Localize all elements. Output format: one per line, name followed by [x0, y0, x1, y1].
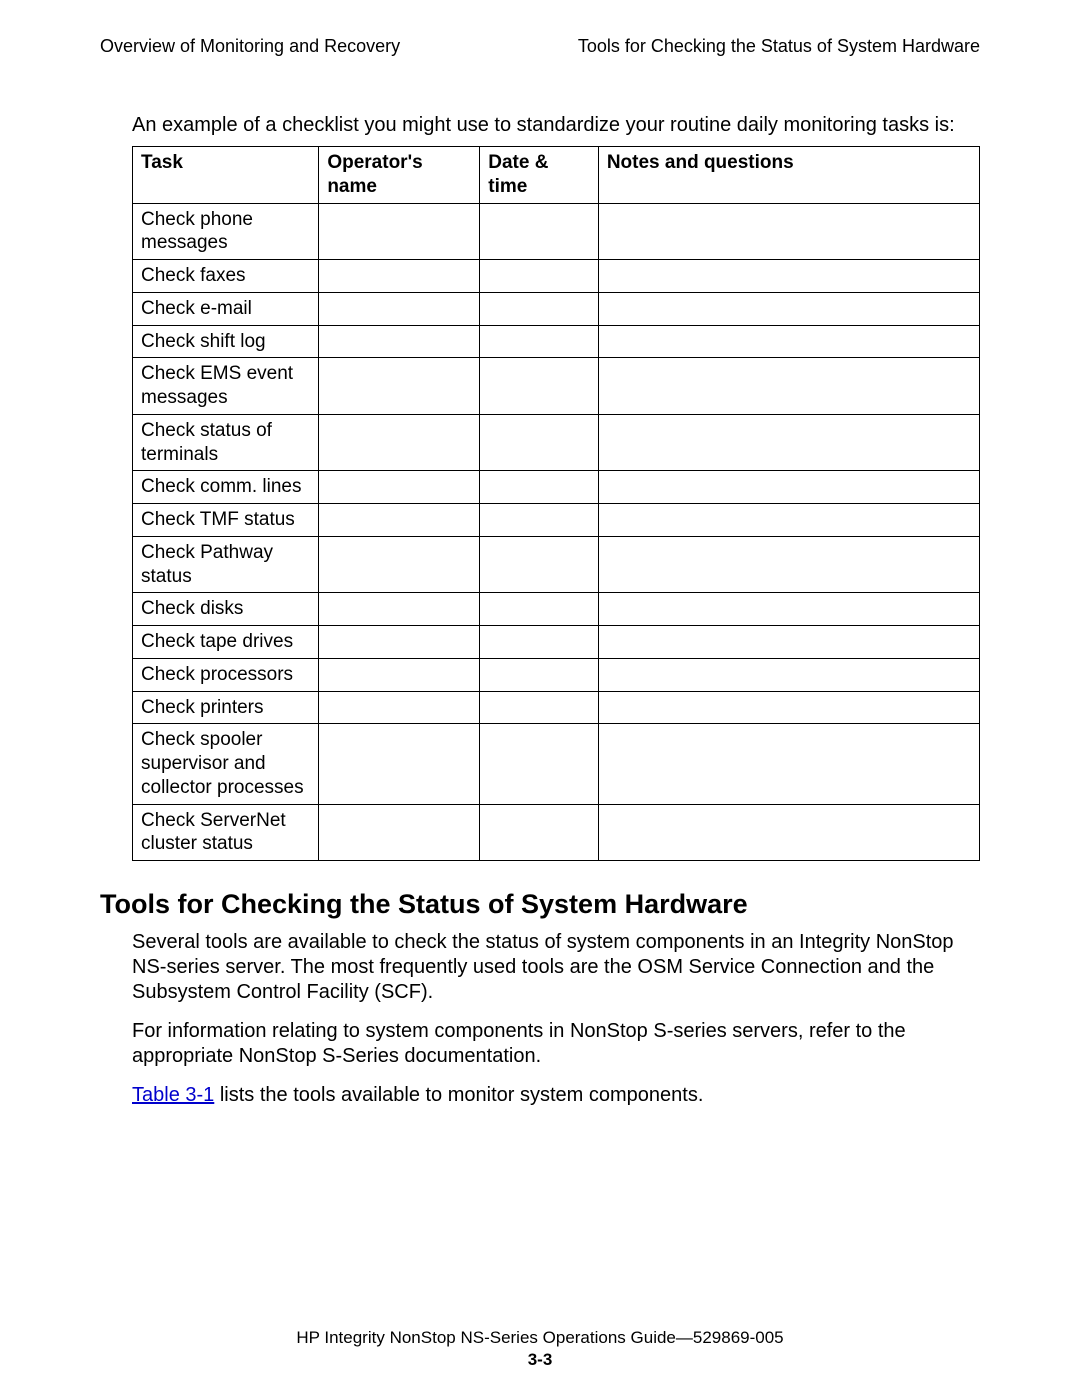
cell-operator [319, 358, 480, 415]
cell-datetime [480, 626, 599, 659]
col-header-datetime: Date & time [480, 147, 599, 204]
cell-task: Check disks [133, 593, 319, 626]
checklist-table: Task Operator's name Date & time Notes a… [132, 146, 980, 861]
footer-page-number: 3-3 [0, 1349, 1080, 1371]
cell-operator [319, 203, 480, 260]
cell-operator [319, 593, 480, 626]
footer-doc-title: HP Integrity NonStop NS-Series Operation… [0, 1327, 1080, 1349]
cell-notes [598, 260, 979, 293]
cell-datetime [480, 325, 599, 358]
cell-notes [598, 626, 979, 659]
table-row: Check processors [133, 658, 980, 691]
cell-operator [319, 504, 480, 537]
cell-task: Check status of terminals [133, 414, 319, 471]
cell-datetime [480, 203, 599, 260]
cell-notes [598, 593, 979, 626]
cell-operator [319, 471, 480, 504]
table-row: Check shift log [133, 325, 980, 358]
table-3-1-link[interactable]: Table 3-1 [132, 1084, 214, 1106]
cell-task: Check tape drives [133, 626, 319, 659]
cell-task: Check ServerNet cluster status [133, 804, 319, 861]
cell-datetime [480, 358, 599, 415]
intro-paragraph: An example of a checklist you might use … [132, 113, 980, 138]
cell-operator [319, 626, 480, 659]
cell-task: Check TMF status [133, 504, 319, 537]
cell-notes [598, 691, 979, 724]
cell-operator [319, 724, 480, 804]
cell-datetime [480, 414, 599, 471]
cell-notes [598, 292, 979, 325]
cell-task: Check Pathway status [133, 536, 319, 593]
table-row: Check status of terminals [133, 414, 980, 471]
col-header-operator: Operator's name [319, 147, 480, 204]
table-row: Check faxes [133, 260, 980, 293]
cell-task: Check shift log [133, 325, 319, 358]
section-paragraph-1: Several tools are available to check the… [132, 930, 980, 1005]
table-row: Check phone messages [133, 203, 980, 260]
page-footer: HP Integrity NonStop NS-Series Operation… [0, 1327, 1080, 1371]
cell-operator [319, 804, 480, 861]
table-row: Check ServerNet cluster status [133, 804, 980, 861]
table-row: Check spooler supervisor and collector p… [133, 724, 980, 804]
cell-task: Check faxes [133, 260, 319, 293]
col-header-task: Task [133, 147, 319, 204]
col-header-notes: Notes and questions [598, 147, 979, 204]
cell-notes [598, 804, 979, 861]
cell-notes [598, 325, 979, 358]
table-row: Check EMS event messages [133, 358, 980, 415]
cell-task: Check EMS event messages [133, 358, 319, 415]
cell-notes [598, 414, 979, 471]
cell-task: Check spooler supervisor and collector p… [133, 724, 319, 804]
table-header-row: Task Operator's name Date & time Notes a… [133, 147, 980, 204]
cell-notes [598, 536, 979, 593]
cell-datetime [480, 724, 599, 804]
header-right: Tools for Checking the Status of System … [578, 36, 980, 57]
section-paragraph-2: For information relating to system compo… [132, 1019, 980, 1069]
cell-datetime [480, 471, 599, 504]
section-title: Tools for Checking the Status of System … [100, 889, 980, 920]
cell-notes [598, 504, 979, 537]
cell-operator [319, 536, 480, 593]
page: Overview of Monitoring and Recovery Tool… [0, 0, 1080, 1397]
table-row: Check Pathway status [133, 536, 980, 593]
cell-datetime [480, 804, 599, 861]
cell-datetime [480, 536, 599, 593]
table-row: Check printers [133, 691, 980, 724]
cell-task: Check printers [133, 691, 319, 724]
cell-datetime [480, 593, 599, 626]
cell-operator [319, 691, 480, 724]
cell-datetime [480, 658, 599, 691]
running-header: Overview of Monitoring and Recovery Tool… [100, 36, 980, 57]
header-left: Overview of Monitoring and Recovery [100, 36, 400, 57]
cell-notes [598, 471, 979, 504]
cell-datetime [480, 691, 599, 724]
cell-datetime [480, 260, 599, 293]
cell-notes [598, 358, 979, 415]
table-row: Check disks [133, 593, 980, 626]
table-row: Check e-mail [133, 292, 980, 325]
cell-notes [598, 203, 979, 260]
cell-datetime [480, 292, 599, 325]
cell-datetime [480, 504, 599, 537]
section-paragraph-3: Table 3-1 lists the tools available to m… [132, 1083, 980, 1108]
cell-operator [319, 414, 480, 471]
cell-task: Check comm. lines [133, 471, 319, 504]
cell-operator [319, 658, 480, 691]
table-row: Check tape drives [133, 626, 980, 659]
cell-notes [598, 658, 979, 691]
cell-notes [598, 724, 979, 804]
cell-operator [319, 260, 480, 293]
cell-operator [319, 325, 480, 358]
cell-task: Check processors [133, 658, 319, 691]
table-row: Check TMF status [133, 504, 980, 537]
cell-task: Check phone messages [133, 203, 319, 260]
section-paragraph-3-rest: lists the tools available to monitor sys… [214, 1084, 703, 1106]
cell-operator [319, 292, 480, 325]
table-row: Check comm. lines [133, 471, 980, 504]
cell-task: Check e-mail [133, 292, 319, 325]
